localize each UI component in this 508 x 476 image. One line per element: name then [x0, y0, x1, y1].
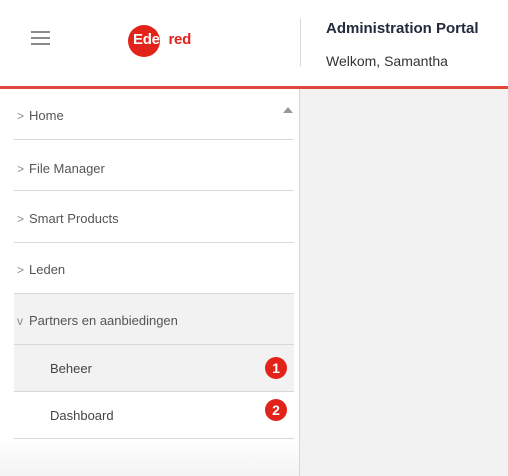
sidebar-subitem-label: Dashboard: [50, 408, 114, 423]
app-header: Edenred Administration Portal Welkom, Sa…: [0, 0, 508, 89]
sidebar-subitem-dashboard[interactable]: Dashboard: [14, 392, 294, 439]
sidebar-item-label: File Manager: [29, 161, 105, 176]
sidebar-item-partners[interactable]: v Partners en aanbiedingen: [14, 294, 294, 345]
logo-text: Edenred: [133, 31, 191, 48]
sidebar-item-smart-products[interactable]: > Smart Products: [14, 192, 294, 243]
chevron-right-icon: >: [17, 109, 25, 123]
sidebar-fade: [0, 436, 299, 476]
chevron-right-icon: >: [17, 263, 25, 277]
sidebar-item-home[interactable]: > Home: [14, 89, 294, 140]
sidebar-subitem-beheer[interactable]: Beheer: [14, 345, 294, 392]
sidebar-item-label: Partners en aanbiedingen: [29, 313, 178, 328]
edenred-logo[interactable]: Edenred: [124, 25, 204, 57]
sidebar-item-leden[interactable]: > Leden: [14, 243, 294, 294]
step-badge-2: 2: [265, 399, 287, 421]
sidebar-item-label: Smart Products: [29, 211, 119, 226]
chevron-down-icon: v: [17, 314, 23, 328]
main-content-area: [300, 89, 508, 476]
sidebar-subitem-label: Beheer: [50, 361, 92, 376]
header-divider: [300, 18, 301, 66]
sidebar-item-label: Leden: [29, 262, 66, 277]
chevron-right-icon: >: [17, 162, 25, 176]
sidebar-item-file-manager[interactable]: > File Manager: [14, 140, 294, 191]
step-badge-1: 1: [265, 357, 287, 379]
sidebar-item-label: Home: [29, 108, 64, 123]
hamburger-menu-icon[interactable]: [31, 31, 50, 45]
chevron-right-icon: >: [17, 212, 25, 226]
portal-title: Administration Portal: [326, 20, 479, 37]
welcome-message: Welkom, Samantha: [326, 53, 448, 69]
